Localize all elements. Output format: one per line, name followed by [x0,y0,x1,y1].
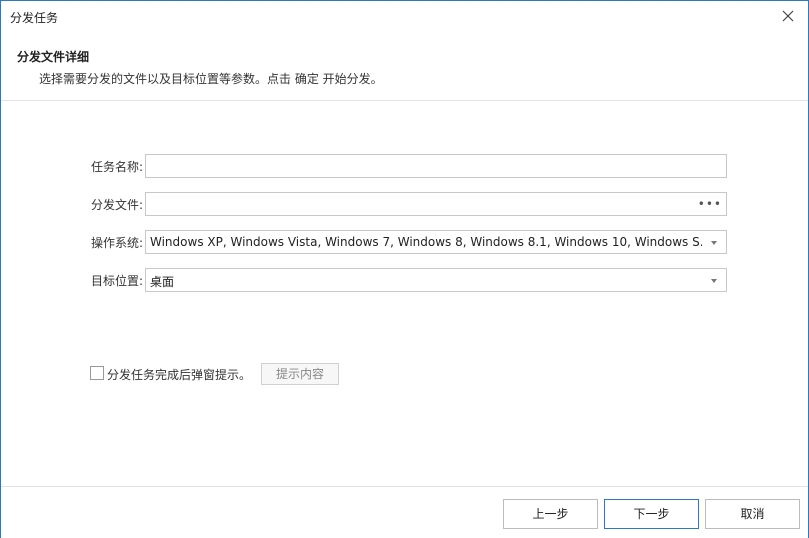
file-row: 分发文件: ••• [1,192,808,216]
task-name-label: 任务名称: [90,160,143,174]
file-input[interactable]: ••• [145,192,727,216]
tip-content-button[interactable]: 提示内容 [261,363,339,385]
cancel-button[interactable]: 取消 [705,499,800,529]
notify-label[interactable]: 分发任务完成后弹窗提示。 [107,366,251,383]
section-title: 分发文件详细 [17,50,90,64]
prev-button[interactable]: 上一步 [503,499,598,529]
target-row: 目标位置: 桌面 [1,268,808,292]
next-button[interactable]: 下一步 [604,499,699,529]
dialog-window: 分发任务 分发文件详细 选择需要分发的文件以及目标位置等参数。点击 确定 开始分… [0,0,809,538]
chevron-down-icon [711,279,717,283]
notify-row: 分发任务完成后弹窗提示。 提示内容 [90,363,490,385]
target-select[interactable]: 桌面 [145,268,727,292]
os-row: 操作系统: Windows XP, Windows Vista, Windows… [1,230,808,254]
dialog-footer: 上一步 下一步 取消 [1,486,808,538]
close-button[interactable] [774,4,802,28]
close-icon [782,10,794,22]
task-name-row: 任务名称: [1,154,808,178]
file-label: 分发文件: [90,198,143,212]
dialog-header: 分发文件详细 选择需要分发的文件以及目标位置等参数。点击 确定 开始分发。 [1,32,808,101]
target-value: 桌面 [150,275,175,289]
window-title: 分发任务 [10,11,59,25]
chevron-down-icon [711,241,717,245]
section-description: 选择需要分发的文件以及目标位置等参数。点击 确定 开始分发。 [39,72,383,86]
title-bar: 分发任务 [1,1,808,32]
os-value: Windows XP, Windows Vista, Windows 7, Wi… [150,235,702,249]
os-label: 操作系统: [90,236,143,250]
task-name-input[interactable] [145,154,727,178]
target-label: 目标位置: [90,274,143,288]
ellipsis-icon[interactable]: ••• [698,197,722,211]
os-select[interactable]: Windows XP, Windows Vista, Windows 7, Wi… [145,230,727,254]
notify-checkbox[interactable] [90,366,104,380]
